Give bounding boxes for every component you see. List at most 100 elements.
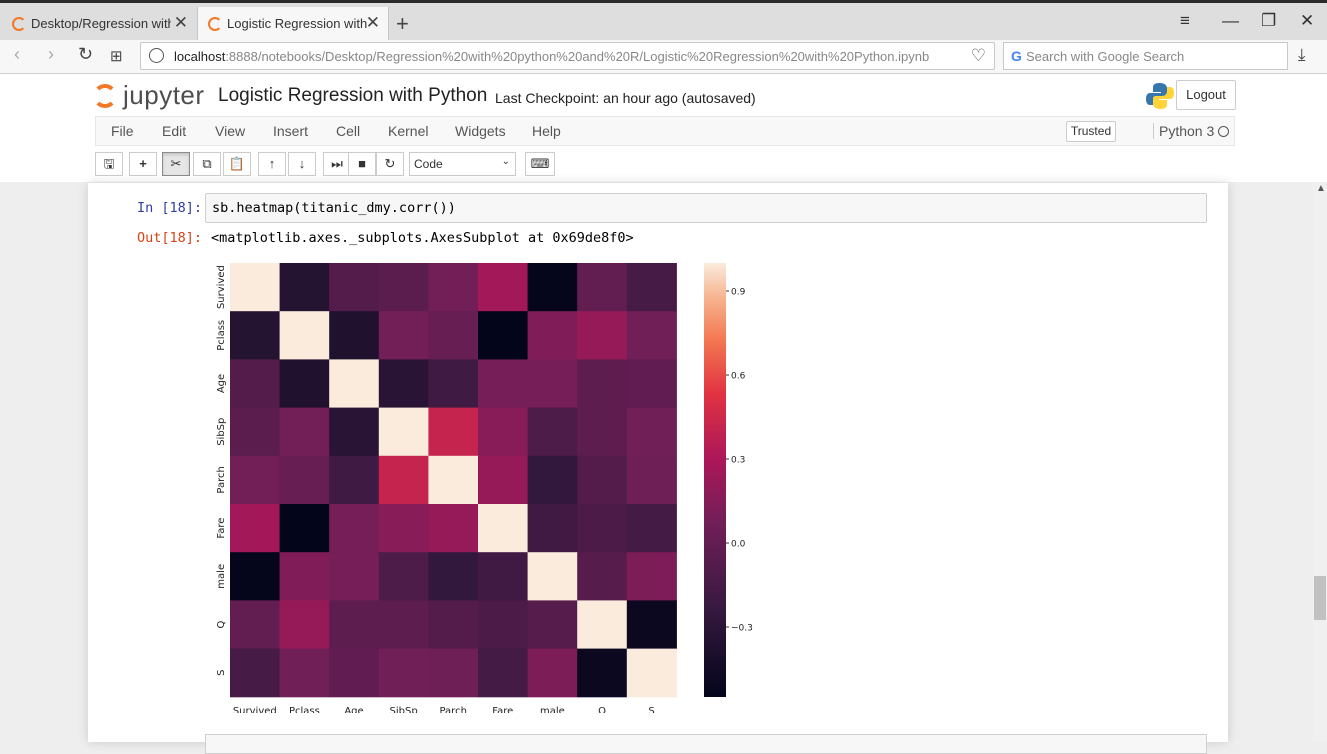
- colorbar-tick-label: −0.3: [731, 624, 753, 634]
- move-up-icon[interactable]: ↑: [258, 152, 286, 176]
- logout-button[interactable]: Logout: [1176, 80, 1236, 110]
- menu-view[interactable]: View: [215, 123, 245, 139]
- heatmap-cell-parch-pclass: [279, 455, 330, 505]
- heatmap-cell-male-male: [527, 552, 578, 601]
- paste-icon[interactable]: 📋: [223, 152, 251, 176]
- reload-icon[interactable]: ↻: [78, 44, 93, 65]
- heatmap-cell-q-age: [329, 600, 380, 650]
- colorbar-tick-label: 0.3: [731, 456, 745, 466]
- code-cell-input[interactable]: sb.heatmap(titanic_dmy.corr()): [205, 193, 1207, 223]
- menu-edit[interactable]: Edit: [162, 123, 186, 139]
- scrollbar[interactable]: ▲: [1313, 183, 1327, 742]
- close-tab-icon[interactable]: ✕: [366, 13, 380, 33]
- restore-icon[interactable]: ❐: [1261, 11, 1276, 31]
- heatmap-cell-sibsp-sibsp: [378, 407, 429, 457]
- heart-icon[interactable]: ♡: [971, 46, 986, 66]
- heatmap-cell-pclass-age: [329, 311, 380, 360]
- code-text: sb.heatmap(titanic_dmy.corr()): [212, 200, 456, 216]
- heatmap-cell-age-sibsp: [378, 359, 429, 409]
- heatmap-cell-fare-fare: [478, 504, 529, 553]
- x-tick-label: male: [540, 706, 565, 713]
- scroll-up-icon[interactable]: ▲: [1316, 183, 1326, 194]
- search-input[interactable]: G Search with Google Search: [1003, 42, 1288, 70]
- menu-cell[interactable]: Cell: [336, 123, 360, 139]
- close-window-icon[interactable]: ✕: [1300, 11, 1314, 31]
- run-icon[interactable]: ⏭: [323, 152, 351, 176]
- y-tick-label: Survived: [216, 265, 227, 309]
- heatmap-cell-parch-fare: [478, 455, 529, 505]
- x-tick-label: S: [648, 706, 654, 713]
- heatmap-cell-s-fare: [478, 648, 529, 698]
- chevron-down-icon: ⌄: [501, 156, 510, 167]
- close-tab-icon[interactable]: ✕: [174, 13, 188, 33]
- browser-nav-bar: ‹ › ↻ ⊞ localhost:8888/notebooks/Desktop…: [0, 40, 1327, 74]
- move-down-icon[interactable]: ↓: [288, 152, 316, 176]
- command-palette-icon[interactable]: ⌨: [525, 152, 555, 176]
- menu-file[interactable]: File: [111, 123, 134, 139]
- browser-tab-logistic-regression[interactable]: Logistic Regression with P ✕: [197, 7, 389, 40]
- heatmap-cell-s-male: [527, 648, 578, 698]
- heatmap-cell-age-age: [329, 359, 380, 409]
- new-tab-button[interactable]: +: [396, 11, 409, 37]
- heatmap-cell-q-sibsp: [378, 600, 429, 650]
- heatmap-cell-q-fare: [478, 600, 529, 650]
- address-bar[interactable]: localhost:8888/notebooks/Desktop/Regress…: [140, 42, 995, 70]
- y-tick-labels: Survived Pclass Age SibSp Parch Fare male Q S: [216, 265, 227, 676]
- scrollbar-thumb[interactable]: [1314, 576, 1326, 620]
- heatmap-cell-age-survived: [230, 359, 281, 409]
- tab-menu-icon[interactable]: ≡: [1180, 11, 1190, 31]
- heatmap-cell-male-pclass: [279, 552, 330, 601]
- kernel-idle-indicator-icon: [1218, 126, 1229, 137]
- heatmap-cell-s-q: [577, 648, 628, 698]
- heatmap-cell-sibsp-pclass: [279, 407, 330, 457]
- download-icon[interactable]: ⤓: [1298, 45, 1306, 65]
- heatmap-cell-survived-survived: [230, 263, 281, 312]
- heatmap-cell-q-male: [527, 600, 578, 650]
- y-tick-label: S: [216, 670, 227, 676]
- heatmap-cell-age-male: [527, 359, 578, 409]
- restart-icon[interactable]: ↻: [376, 152, 404, 176]
- heatmap-cell-survived-sibsp: [378, 263, 429, 312]
- minimize-icon[interactable]: —: [1222, 11, 1239, 31]
- output-prompt: Out[18]:: [137, 230, 203, 246]
- heatmap-cell-age-s: [626, 359, 677, 409]
- heatmap-cell-survived-s: [626, 263, 677, 312]
- checkpoint-status: Last Checkpoint: an hour ago (autosaved): [495, 90, 756, 106]
- next-code-cell[interactable]: [205, 734, 1207, 754]
- menu-kernel[interactable]: Kernel: [388, 123, 428, 139]
- speed-dial-icon[interactable]: ⊞: [110, 47, 123, 65]
- kernel-name[interactable]: Python 3: [1153, 123, 1214, 139]
- cut-icon[interactable]: ✂: [162, 152, 190, 176]
- interrupt-icon[interactable]: ■: [348, 152, 376, 176]
- heatmap-cell-pclass-sibsp: [378, 311, 429, 360]
- heatmap-cell-sibsp-fare: [478, 407, 529, 457]
- colorbar-ticks: 0.9 0.6 0.3 0.0 −0.3: [726, 288, 753, 634]
- menu-insert[interactable]: Insert: [273, 123, 308, 139]
- trusted-badge[interactable]: Trusted: [1066, 121, 1116, 142]
- y-tick-label: male: [216, 564, 227, 589]
- save-icon[interactable]: 🖫: [95, 152, 123, 176]
- cell-type-select[interactable]: Code ⌄: [409, 152, 516, 176]
- y-tick-label: Q: [216, 620, 227, 628]
- heatmap-cell-q-pclass: [279, 600, 330, 650]
- heatmap-cell-s-survived: [230, 648, 281, 698]
- insert-cell-icon[interactable]: +: [129, 152, 157, 176]
- heatmap-cell-s-age: [329, 648, 380, 698]
- logo-text: jupyter: [123, 80, 205, 110]
- browser-tab-desktop[interactable]: Desktop/Regression with p ✕: [2, 7, 196, 40]
- heatmap-cell-parch-q: [577, 455, 628, 505]
- back-icon[interactable]: ‹: [14, 44, 20, 65]
- heatmap-cell-sibsp-s: [626, 407, 677, 457]
- jupyter-logo[interactable]: jupyter: [93, 80, 205, 111]
- heatmap-cell-male-survived: [230, 552, 281, 601]
- menu-widgets[interactable]: Widgets: [455, 123, 506, 139]
- heatmap-cell-pclass-parch: [428, 311, 479, 360]
- forward-icon[interactable]: ›: [48, 44, 54, 65]
- jupyter-favicon-icon: [208, 16, 222, 31]
- menu-help[interactable]: Help: [532, 123, 561, 139]
- heatmap-cells: [230, 263, 677, 698]
- copy-icon[interactable]: ⧉: [193, 152, 221, 176]
- notebook-name[interactable]: Logistic Regression with Python: [218, 85, 487, 107]
- heatmap-cell-fare-survived: [230, 504, 281, 553]
- heatmap-cell-fare-male: [527, 504, 578, 553]
